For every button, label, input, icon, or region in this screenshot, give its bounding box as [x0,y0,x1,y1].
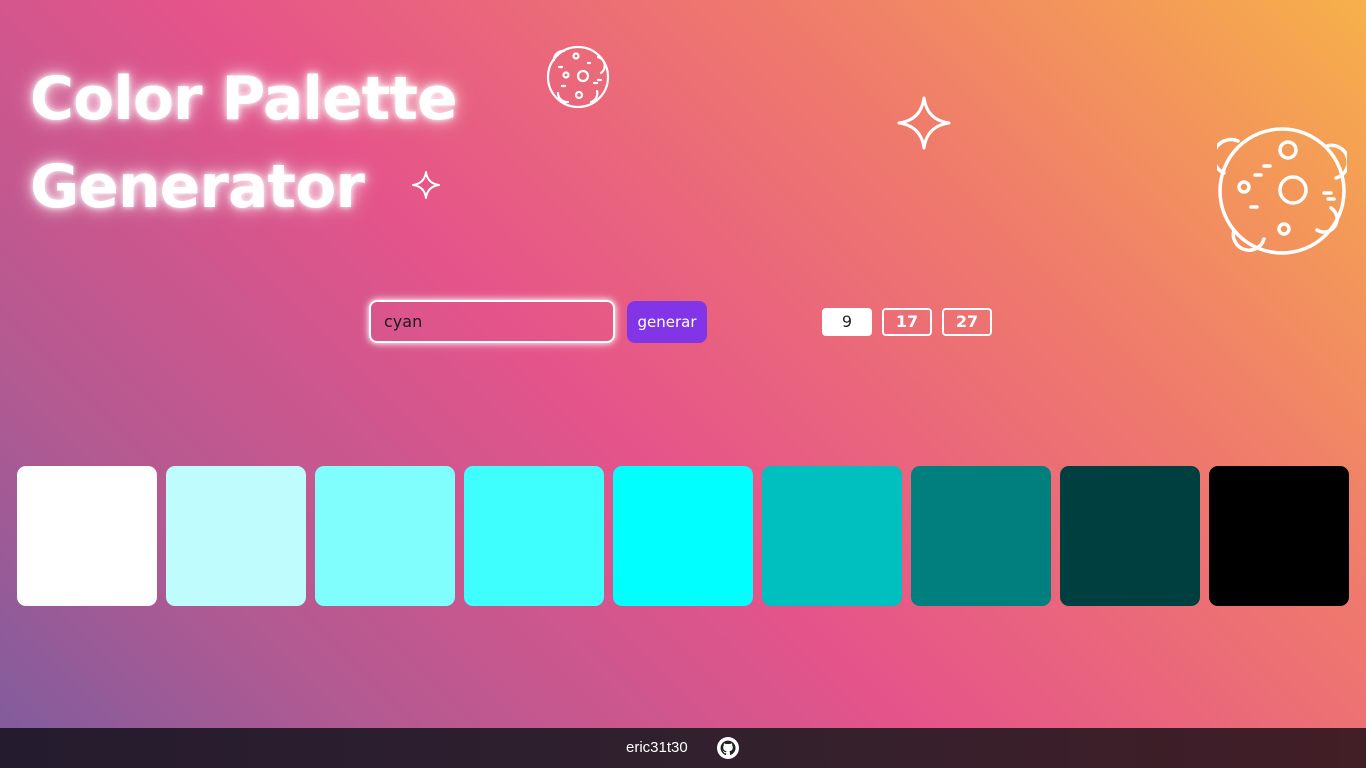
color-swatch[interactable] [1209,466,1349,606]
moon-icon [1217,127,1347,255]
color-swatch[interactable] [166,466,306,606]
color-palette [17,466,1357,606]
count-option-9[interactable]: 9 [822,308,872,336]
page-title: Color Palette Generator [30,55,458,231]
color-input[interactable] [369,300,615,343]
count-option-27[interactable]: 27 [942,308,992,336]
title-line-2: Generator [30,152,365,222]
color-swatch[interactable] [613,466,753,606]
color-swatch[interactable] [315,466,455,606]
moon-icon [546,45,610,109]
github-icon[interactable] [717,737,739,759]
color-swatch[interactable] [17,466,157,606]
color-swatch[interactable] [1060,466,1200,606]
color-swatch[interactable] [464,466,604,606]
color-swatch[interactable] [762,466,902,606]
sparkle-icon [897,96,951,150]
footer: eric31t30 [0,728,1366,768]
generate-button[interactable]: generar [627,301,707,343]
sparkle-icon [412,171,440,199]
author-link[interactable]: eric31t30 [626,738,688,758]
title-line-1: Color Palette [30,64,458,134]
color-swatch[interactable] [911,466,1051,606]
count-option-17[interactable]: 17 [882,308,932,336]
